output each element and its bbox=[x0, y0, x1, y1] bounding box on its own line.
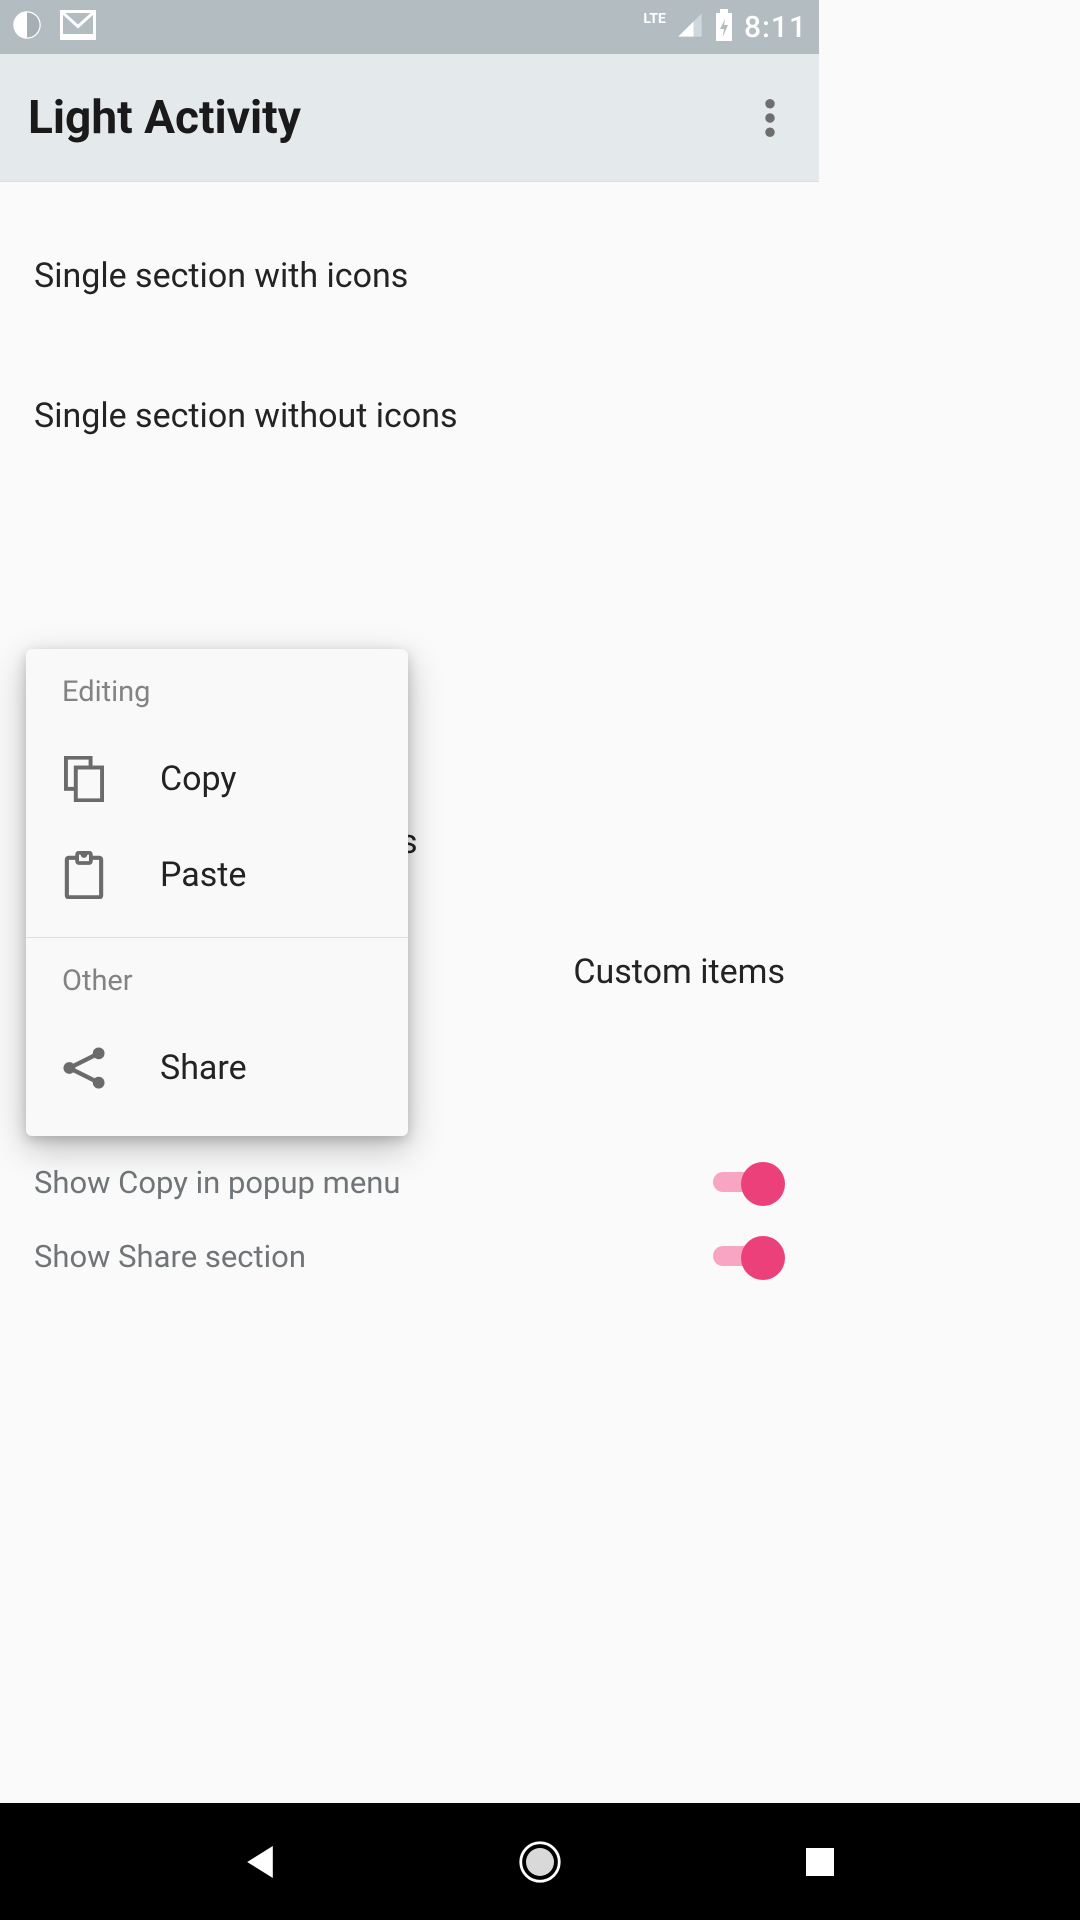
navigation-bar bbox=[0, 1803, 1080, 1920]
toggle-row-share: Show Share section bbox=[34, 1236, 785, 1276]
popup-section-other: Other bbox=[26, 938, 408, 1020]
themes-app-icon bbox=[12, 10, 42, 44]
toggle-switch-copy[interactable] bbox=[713, 1162, 785, 1202]
status-clock: 8:11 bbox=[744, 10, 807, 45]
toggle-row-copy: Show Copy in popup menu bbox=[34, 1162, 785, 1202]
popup-item-label: Copy bbox=[160, 759, 237, 799]
overflow-menu-button[interactable] bbox=[749, 97, 791, 139]
popup-item-label: Share bbox=[160, 1048, 247, 1088]
popup-item-label: Paste bbox=[160, 855, 246, 895]
popup-item-paste[interactable]: Paste bbox=[26, 827, 408, 923]
gmail-icon bbox=[60, 10, 96, 44]
list-item[interactable]: Single section with icons bbox=[0, 240, 819, 312]
status-bar: LTE 8:11 bbox=[0, 0, 819, 54]
list-item[interactable]: Single section without icons bbox=[0, 380, 819, 452]
recents-button[interactable] bbox=[796, 1838, 844, 1886]
popup-section-editing: Editing bbox=[26, 649, 408, 731]
toggle-switch-share[interactable] bbox=[713, 1236, 785, 1276]
paste-icon bbox=[62, 853, 106, 897]
popup-item-share[interactable]: Share bbox=[26, 1020, 408, 1116]
popup-item-copy[interactable]: Copy bbox=[26, 731, 408, 827]
signal-icon bbox=[676, 11, 704, 43]
content-area: Single section with icons Single section… bbox=[0, 182, 819, 1339]
back-button[interactable] bbox=[236, 1838, 284, 1886]
battery-charging-icon bbox=[714, 9, 734, 45]
lte-label: LTE bbox=[643, 11, 666, 27]
app-bar: Light Activity bbox=[0, 54, 819, 182]
copy-icon bbox=[62, 757, 106, 801]
toggle-label: Show Copy in popup menu bbox=[34, 1164, 400, 1201]
custom-items-label[interactable]: Custom items bbox=[573, 952, 785, 992]
home-button[interactable] bbox=[516, 1838, 564, 1886]
share-icon bbox=[62, 1046, 106, 1090]
toggle-label: Show Share section bbox=[34, 1238, 306, 1275]
popup-menu: Editing Copy Paste Other Share bbox=[26, 649, 408, 1136]
page-title: Light Activity bbox=[28, 91, 749, 145]
